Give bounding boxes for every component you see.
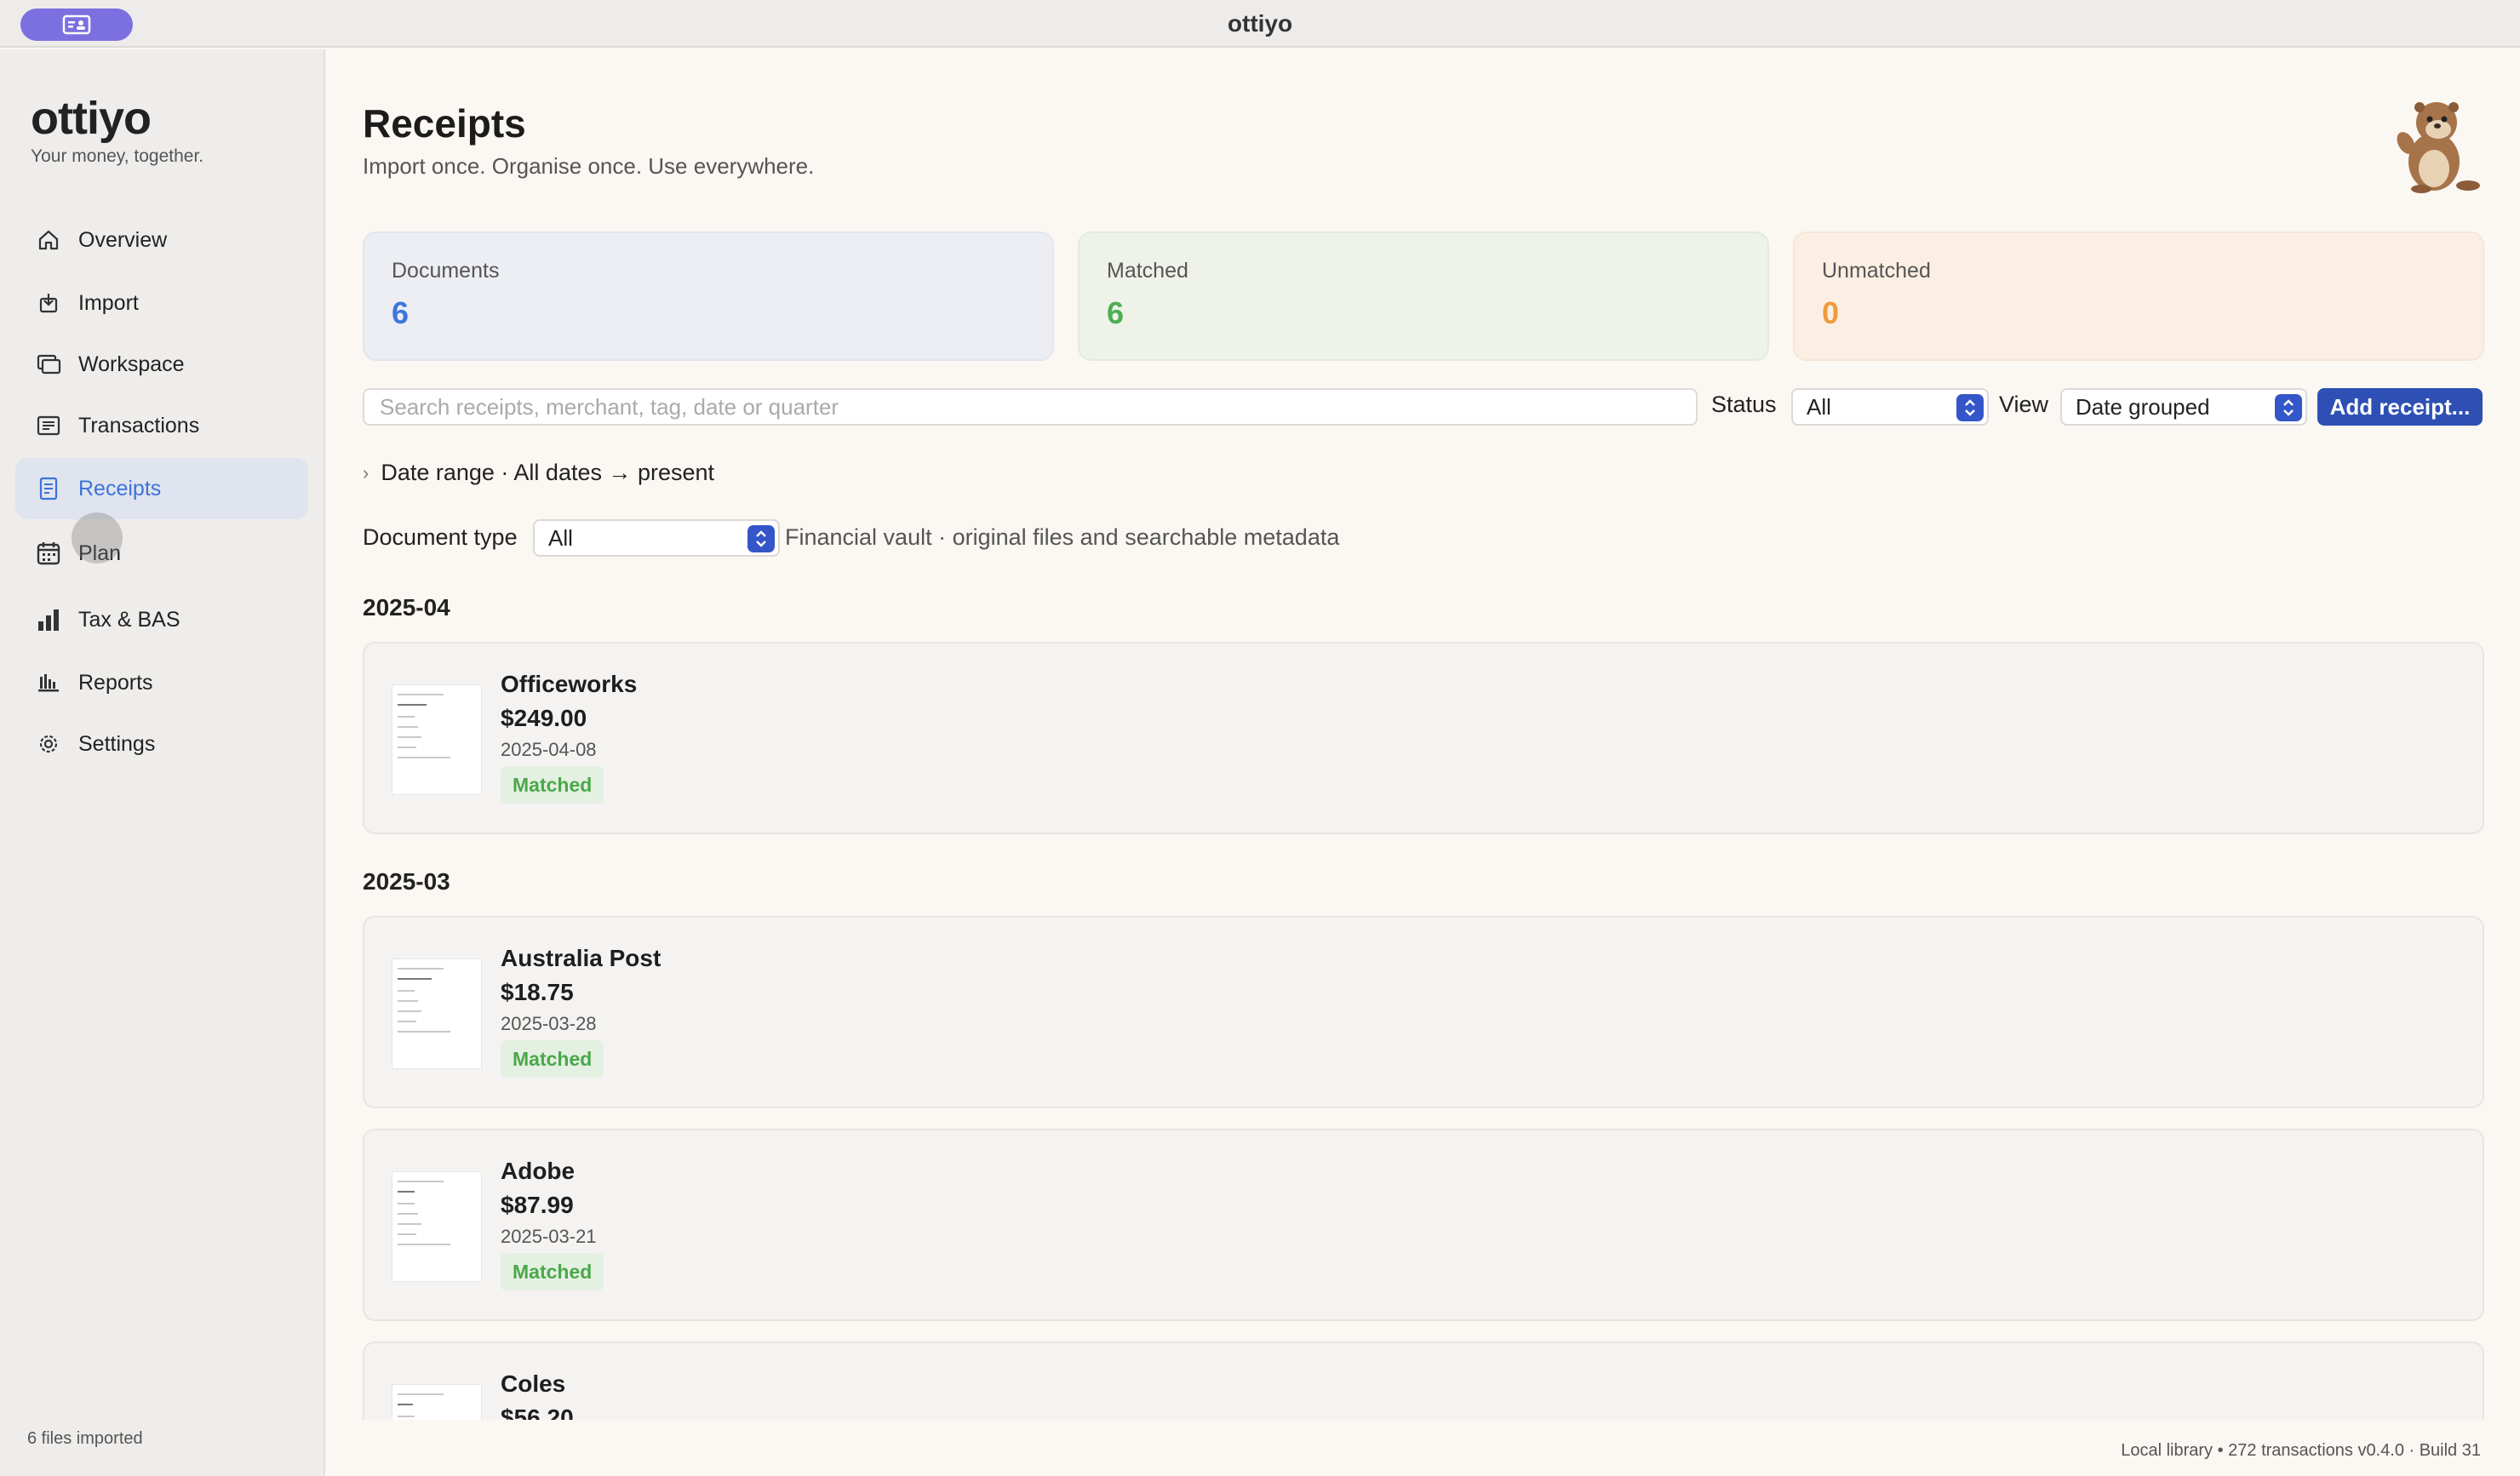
- status-select[interactable]: All: [1791, 388, 1989, 426]
- workspace-icon: [34, 350, 63, 379]
- sidebar-item-label: Overview: [78, 227, 168, 252]
- document-type-value: All: [548, 524, 573, 551]
- receipt-amount: $18.75: [501, 979, 574, 1005]
- sidebar-item-receipts[interactable]: Receipts: [15, 458, 308, 519]
- date-range-disclosure[interactable]: › Date range · All dates → present: [363, 460, 714, 486]
- chevron-updown-icon: [747, 525, 775, 552]
- stat-unmatched: Unmatched 0: [1793, 232, 2484, 361]
- receipt-date: 2025-03-28: [501, 1013, 597, 1034]
- home-icon: [34, 226, 63, 255]
- receipt-date: 2025-03-21: [501, 1226, 597, 1247]
- receipt-card[interactable]: Adobe $87.99 2025-03-21 Matched: [363, 1129, 2484, 1321]
- receipt-card[interactable]: Officeworks $249.00 2025-04-08 Matched: [363, 642, 2484, 834]
- receipt-thumbnail: [392, 684, 482, 795]
- sidebar-item-reports[interactable]: Reports: [15, 652, 308, 713]
- status-badge: Matched: [501, 1040, 604, 1078]
- view-label: View: [1999, 392, 2049, 417]
- app-brand: ottiyo: [31, 93, 152, 144]
- receipt-icon: [34, 474, 63, 503]
- document-type-select[interactable]: All: [533, 519, 780, 557]
- sidebar-item-settings[interactable]: Settings: [15, 713, 308, 775]
- sidebar-item-label: Tax & BAS: [78, 607, 180, 632]
- stat-value: 6: [392, 295, 410, 330]
- receipt-thumbnail: [392, 1384, 482, 1420]
- receipt-merchant: Officeworks: [501, 671, 638, 697]
- month-heading: 2025-03: [363, 868, 450, 895]
- receipt-date: 2025-04-08: [501, 739, 597, 760]
- status-badge: Matched: [501, 766, 604, 804]
- sidebar-item-tax-bas[interactable]: Tax & BAS: [15, 589, 308, 650]
- sidebar-item-overview[interactable]: Overview: [15, 209, 308, 271]
- sidebar-item-label: Transactions: [78, 413, 200, 438]
- receipt-merchant: Coles: [501, 1370, 566, 1397]
- sidebar-item-label: Import: [78, 290, 139, 315]
- main-content: Receipts Import once. Organise once. Use…: [327, 49, 2520, 1476]
- receipt-merchant: Adobe: [501, 1158, 576, 1184]
- sidebar-item-plan[interactable]: Plan: [15, 523, 308, 584]
- calendar-icon: [34, 539, 63, 568]
- gear-icon: [34, 729, 63, 758]
- stat-label: Unmatched: [1822, 259, 1931, 283]
- bar-chart-icon: [34, 605, 63, 634]
- files-imported-status: 6 files imported: [27, 1429, 143, 1448]
- window-title: ottiyo: [1227, 10, 1293, 37]
- sidebar-item-label: Reports: [78, 670, 153, 695]
- sidebar: ottiyo Your money, together. Overview Im…: [0, 49, 325, 1476]
- sidebar-item-import[interactable]: Import: [15, 272, 308, 334]
- receipt-card[interactable]: Coles $56.20: [363, 1342, 2484, 1420]
- receipt-card[interactable]: Australia Post $18.75 2025-03-28 Matched: [363, 916, 2484, 1108]
- reports-icon: [34, 668, 63, 697]
- receipt-amount: $249.00: [501, 705, 587, 731]
- sidebar-item-label: Receipts: [78, 476, 162, 501]
- receipt-thumbnail: [392, 1171, 482, 1282]
- page-subtitle: Import once. Organise once. Use everywhe…: [363, 153, 815, 179]
- status-badge: Matched: [501, 1253, 604, 1290]
- receipt-thumbnail: [392, 958, 482, 1069]
- page-title: Receipts: [363, 101, 526, 146]
- stat-label: Documents: [392, 259, 500, 283]
- chevron-updown-icon: [1956, 394, 1984, 421]
- receipt-merchant: Australia Post: [501, 945, 662, 971]
- add-receipt-button[interactable]: Add receipt...: [2317, 388, 2483, 426]
- stat-value: 6: [1107, 295, 1125, 330]
- stat-value: 0: [1822, 295, 1840, 330]
- stat-label: Matched: [1107, 259, 1188, 283]
- status-select-value: All: [1807, 393, 1831, 420]
- month-heading: 2025-04: [363, 594, 450, 621]
- document-type-label: Document type: [363, 524, 518, 550]
- mouse-cursor: [72, 512, 123, 564]
- app-tagline: Your money, together.: [31, 146, 204, 166]
- receipt-amount: $56.20: [501, 1404, 574, 1420]
- title-bar: ottiyo: [0, 0, 2520, 48]
- sidebar-item-transactions[interactable]: Transactions: [15, 395, 308, 456]
- view-select[interactable]: Date grouped: [2060, 388, 2307, 426]
- chevron-right-icon: ›: [363, 461, 369, 483]
- sidebar-item-workspace[interactable]: Workspace: [15, 334, 308, 395]
- status-label: Status: [1711, 392, 1777, 417]
- transactions-icon: [34, 411, 63, 440]
- chevron-updown-icon: [2275, 394, 2302, 421]
- date-range-label: Date range · All dates → present: [381, 460, 715, 485]
- stat-documents: Documents 6: [363, 232, 1054, 361]
- sidebar-item-label: Settings: [78, 731, 156, 756]
- view-select-value: Date grouped: [2076, 393, 2210, 420]
- otter-mascot-icon: [2397, 102, 2480, 193]
- receipts-scroll-area[interactable]: Receipts Import once. Organise once. Use…: [327, 49, 2520, 1420]
- stat-matched: Matched 6: [1078, 232, 1769, 361]
- status-bar: Local library • 272 transactions v0.4.0 …: [2121, 1441, 2481, 1460]
- search-input[interactable]: [363, 388, 1698, 426]
- document-type-note: Financial vault · original files and sea…: [785, 524, 1340, 550]
- receipt-amount: $87.99: [501, 1192, 574, 1218]
- import-icon: [34, 289, 63, 318]
- sidebar-item-label: Workspace: [78, 352, 185, 376]
